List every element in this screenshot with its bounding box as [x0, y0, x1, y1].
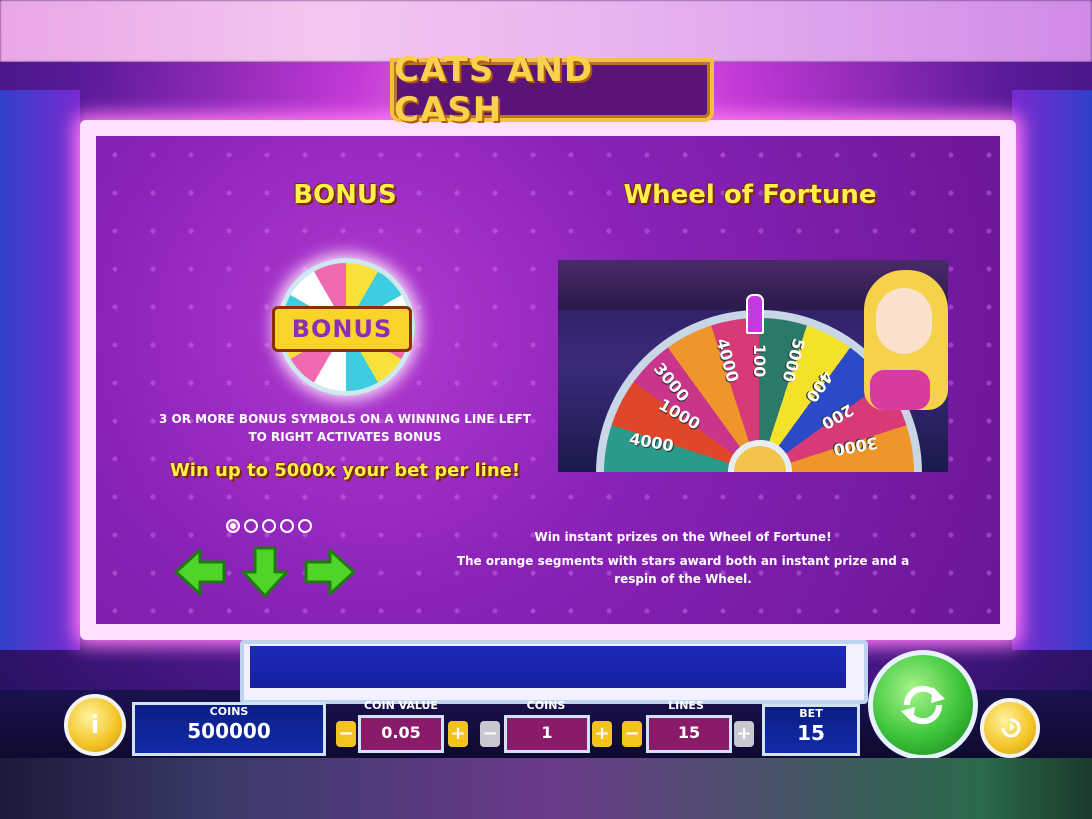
bottom-banner-blur	[0, 758, 1092, 819]
coin-value-label: COIN VALUE	[364, 699, 438, 712]
arrow-down-icon[interactable]	[237, 544, 293, 600]
game-logo: CATS AND CASH	[390, 50, 714, 130]
coin-value-minus-button[interactable]: −	[336, 721, 356, 747]
bonus-desc-line-1: 3 OR MORE BONUS SYMBOLS ON A WINNING LIN…	[159, 412, 531, 426]
info-button[interactable]: i	[64, 694, 126, 756]
message-bar	[250, 646, 846, 688]
coins-balance-box: COINS 500000	[132, 702, 326, 756]
wheel-of-fortune-image: 3000 4000 100 5000 400 1000 200 4000 300…	[558, 260, 948, 472]
game-logo-text: CATS AND CASH	[394, 50, 594, 130]
coins-bet-display: 1	[504, 715, 590, 753]
autoplay-icon	[1001, 718, 1021, 738]
bet-label: BET	[799, 707, 823, 720]
lines-display: 15	[646, 715, 732, 753]
spin-arrows-icon	[901, 685, 945, 725]
coins-minus-button[interactable]: −	[480, 721, 500, 747]
lines-plus-button[interactable]: +	[734, 721, 754, 747]
page-dot[interactable]	[280, 519, 294, 533]
bonus-badge-text: BONUS	[291, 315, 393, 343]
wheel-segment-label: 100	[750, 344, 769, 378]
bet-value: 15	[797, 721, 825, 745]
coins-bet-label: COINS	[526, 699, 566, 712]
wheel-desc-line-3: respin of the Wheel.	[614, 572, 752, 586]
wheel-desc-line-1: Win instant prizes on the Wheel of Fortu…	[534, 530, 832, 544]
bet-box: BET 15	[762, 704, 860, 756]
spin-button[interactable]	[868, 650, 978, 760]
autoplay-button[interactable]	[980, 698, 1040, 758]
page-dot[interactable]	[244, 519, 258, 533]
coin-value-plus-button[interactable]: +	[448, 721, 468, 747]
bonus-description: 3 OR MORE BONUS SYMBOLS ON A WINNING LIN…	[140, 410, 550, 446]
lines-label: LINES	[668, 699, 704, 712]
page-indicator	[226, 519, 312, 533]
lines-minus-button[interactable]: −	[622, 721, 642, 747]
wheel-desc-line-2: The orange segments with stars award bot…	[456, 554, 910, 568]
arrow-right-icon[interactable]	[302, 544, 358, 600]
coins-balance-value: 500000	[187, 719, 271, 743]
cat-girl-outfit	[870, 370, 930, 410]
bonus-badge: BONUS	[272, 306, 412, 352]
bonus-win-text: Win up to 5000x your bet per line!	[169, 460, 521, 481]
wheel-title: Wheel of Fortune	[623, 180, 877, 210]
coins-balance-label: COINS	[209, 705, 249, 718]
coin-value-display: 0.05	[358, 715, 444, 753]
right-curtain	[1012, 90, 1092, 650]
page-dot[interactable]	[298, 519, 312, 533]
wheel-description: Win instant prizes on the Wheel of Fortu…	[448, 528, 918, 588]
info-icon: i	[90, 711, 100, 739]
cat-girl-face	[876, 288, 932, 354]
bonus-desc-line-2: TO RIGHT ACTIVATES BONUS	[248, 430, 442, 444]
page-dot[interactable]	[262, 519, 276, 533]
page-dot[interactable]	[226, 519, 240, 533]
wheel-pointer	[746, 294, 764, 334]
coins-plus-button[interactable]: +	[592, 721, 612, 747]
bonus-title: BONUS	[293, 180, 397, 210]
arrow-left-icon[interactable]	[172, 544, 228, 600]
left-curtain	[0, 90, 80, 650]
